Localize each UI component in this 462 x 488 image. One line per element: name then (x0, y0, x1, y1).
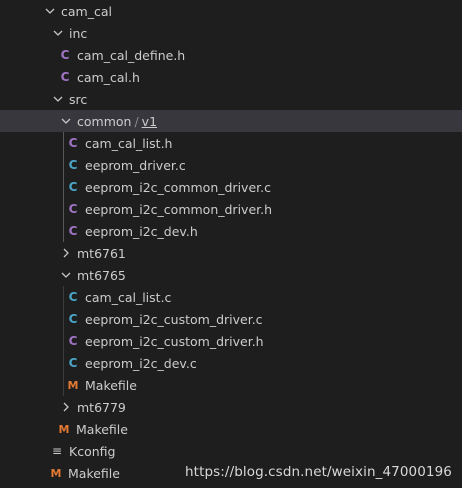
file-label: Kconfig (69, 443, 116, 459)
file-label: eeprom_i2c_common_driver.c (85, 179, 271, 195)
makefile-icon: M (67, 378, 79, 392)
file-label: eeprom_i2c_dev.c (85, 355, 197, 371)
indent-guide (63, 154, 64, 176)
indent-guide (63, 176, 64, 198)
folder-mt6779[interactable]: mt6779 (0, 396, 462, 418)
file-eeprom-i2c-common-driver-c[interactable]: C eeprom_i2c_common_driver.c (0, 176, 462, 198)
folder-common-v1[interactable]: common / v1 (0, 110, 462, 132)
indent-guide (63, 220, 64, 242)
indent-guide (63, 352, 64, 374)
folder-mt6765[interactable]: mt6765 (0, 264, 462, 286)
file-eeprom-i2c-custom-driver-h[interactable]: C eeprom_i2c_custom_driver.h (0, 330, 462, 352)
chevron-down-icon[interactable] (60, 115, 72, 127)
c-source-file-icon: C (68, 356, 78, 370)
chevron-down-icon[interactable] (60, 269, 72, 281)
file-eeprom-driver-c[interactable]: C eeprom_driver.c (0, 154, 462, 176)
indent-guide (63, 330, 64, 352)
kconfig-icon: ≡ (51, 444, 63, 458)
c-header-file-icon: C (68, 136, 78, 150)
file-label: Makefile (68, 465, 120, 481)
file-eeprom-i2c-common-driver-h[interactable]: C eeprom_i2c_common_driver.h (0, 198, 462, 220)
makefile-icon: M (50, 466, 62, 480)
file-label: Makefile (85, 377, 137, 393)
folder-label: mt6765 (77, 267, 126, 283)
file-label: cam_cal_list.h (85, 135, 173, 151)
c-source-file-icon: C (68, 290, 78, 304)
c-source-file-icon: C (68, 312, 78, 326)
chevron-down-icon[interactable] (44, 5, 56, 17)
file-label: eeprom_i2c_custom_driver.h (85, 333, 264, 349)
folder-label: mt6761 (77, 245, 126, 261)
file-kconfig[interactable]: ≡ Kconfig (0, 440, 462, 462)
file-cam-cal-list-h[interactable]: C cam_cal_list.h (0, 132, 462, 154)
c-header-file-icon: C (68, 334, 78, 348)
file-label: eeprom_i2c_dev.h (85, 223, 198, 239)
file-cam-cal-define-h[interactable]: C cam_cal_define.h (0, 44, 462, 66)
c-header-file-icon: C (60, 48, 70, 62)
c-source-file-icon: C (68, 158, 78, 172)
file-cam-cal-list-c[interactable]: C cam_cal_list.c (0, 286, 462, 308)
c-header-file-icon: C (68, 202, 78, 216)
file-cam-cal-h[interactable]: C cam_cal.h (0, 66, 462, 88)
c-header-file-icon: C (60, 70, 70, 84)
chevron-right-icon[interactable] (60, 247, 72, 259)
chevron-down-icon[interactable] (52, 27, 64, 39)
file-label: cam_cal.h (77, 69, 140, 85)
file-eeprom-i2c-custom-driver-c[interactable]: C eeprom_i2c_custom_driver.c (0, 308, 462, 330)
file-eeprom-i2c-dev-c[interactable]: C eeprom_i2c_dev.c (0, 352, 462, 374)
folder-label-common: common (77, 113, 132, 129)
file-src-makefile[interactable]: M Makefile (0, 418, 462, 440)
file-mt6765-makefile[interactable]: M Makefile (0, 374, 462, 396)
file-label: eeprom_driver.c (85, 157, 186, 173)
indent-guide (63, 132, 64, 154)
file-label: eeprom_i2c_custom_driver.c (85, 311, 263, 327)
folder-label: cam_cal (61, 3, 112, 19)
indent-guide (63, 286, 64, 308)
indent-guide (63, 198, 64, 220)
folder-label-v1[interactable]: v1 (142, 114, 157, 129)
watermark-url: https://blog.csdn.net/weixin_47000196 (185, 464, 452, 480)
makefile-icon: M (58, 422, 70, 436)
indent-guide (63, 374, 64, 396)
file-explorer-tree: cam_cal inc C cam_cal_define.h C cam_cal… (0, 0, 462, 484)
file-label: cam_cal_list.c (85, 289, 172, 305)
file-label: Makefile (76, 421, 128, 437)
folder-label: src (69, 91, 88, 107)
chevron-down-icon[interactable] (52, 93, 64, 105)
file-label: eeprom_i2c_common_driver.h (85, 201, 273, 217)
folder-inc[interactable]: inc (0, 22, 462, 44)
folder-src[interactable]: src (0, 88, 462, 110)
folder-label: mt6779 (77, 399, 126, 415)
path-separator: / (134, 113, 139, 129)
folder-label: inc (69, 25, 88, 41)
indent-guide (63, 308, 64, 330)
chevron-right-icon[interactable] (60, 401, 72, 413)
c-header-file-icon: C (68, 224, 78, 238)
c-source-file-icon: C (68, 180, 78, 194)
file-label: cam_cal_define.h (77, 47, 186, 63)
file-eeprom-i2c-dev-h[interactable]: C eeprom_i2c_dev.h (0, 220, 462, 242)
folder-mt6761[interactable]: mt6761 (0, 242, 462, 264)
folder-cam-cal[interactable]: cam_cal (0, 0, 462, 22)
